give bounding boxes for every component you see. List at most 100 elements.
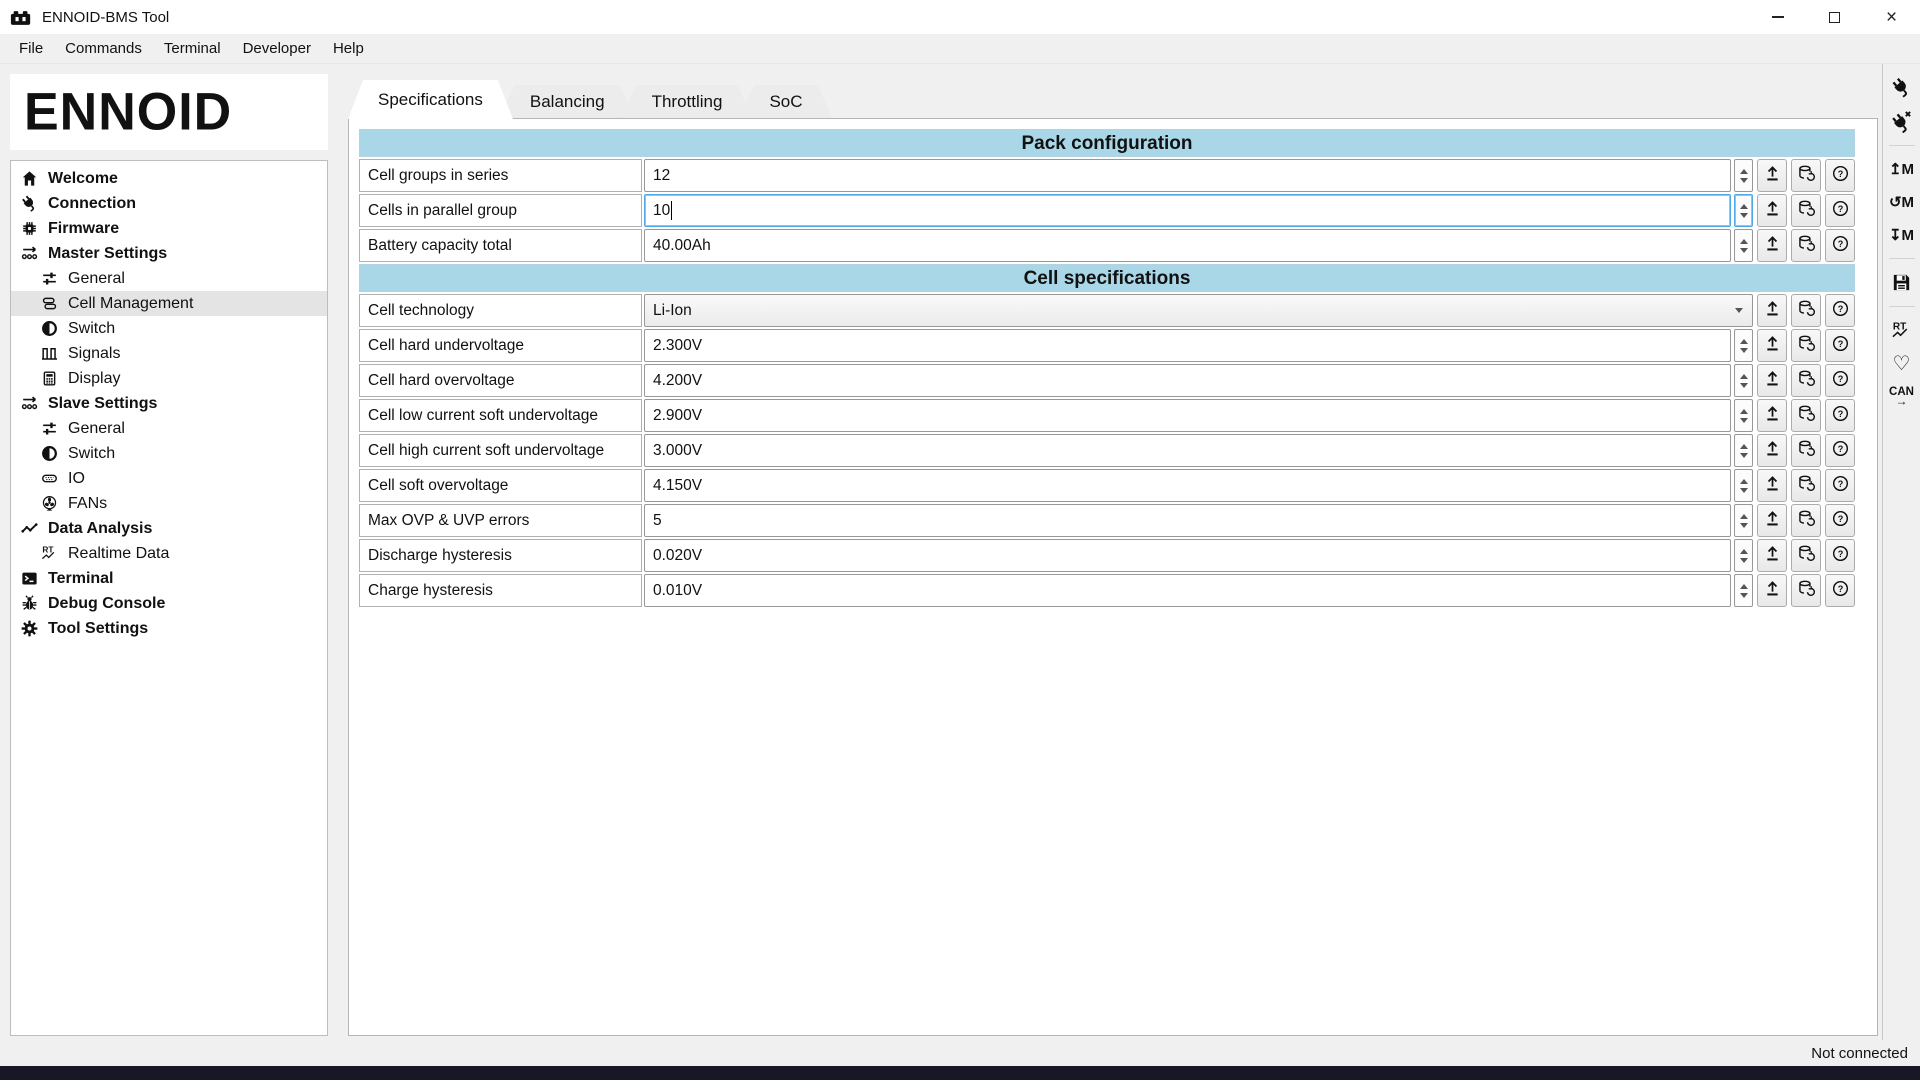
db-refresh-button[interactable] [1791,194,1821,227]
read-master-icon[interactable]: ↧M [1889,224,1914,246]
sidebar-item-slave-settings[interactable]: Slave Settings [11,391,327,416]
help-button[interactable]: ? [1825,399,1855,432]
minimize-button[interactable] [1749,0,1806,34]
spinner[interactable] [1734,574,1753,607]
db-refresh-button[interactable] [1791,469,1821,502]
sidebar-item-fans[interactable]: FANs [11,491,327,516]
sidebar-item-switch[interactable]: Switch [11,441,327,466]
write-master-icon[interactable]: ↥M [1889,158,1914,180]
tab-throttling[interactable]: Throttling [622,85,753,118]
close-button[interactable]: × [1863,0,1920,34]
spinner[interactable] [1734,399,1753,432]
spinner[interactable] [1734,159,1753,192]
value-input[interactable]: 12 [644,159,1731,192]
value-input[interactable]: 0.020V [644,539,1731,572]
sidebar-item-general[interactable]: General [11,266,327,291]
db-refresh-button[interactable] [1791,364,1821,397]
spinner[interactable] [1734,434,1753,467]
reboot-master-icon[interactable]: ↺M [1889,191,1914,213]
upload-button[interactable] [1757,539,1787,572]
realtime-icon[interactable]: RT [1890,319,1913,342]
help-button[interactable]: ? [1825,229,1855,262]
value-input[interactable]: 2.900V [644,399,1731,432]
db-refresh-button[interactable] [1791,329,1821,362]
upload-button[interactable] [1757,574,1787,607]
help-button[interactable]: ? [1825,159,1855,192]
value-input[interactable]: 40.00Ah [644,229,1731,262]
sidebar-item-firmware[interactable]: Firmware [11,216,327,241]
spinner[interactable] [1734,329,1753,362]
sidebar-item-cell-management[interactable]: Cell Management [11,291,327,316]
value-input[interactable]: 4.150V [644,469,1731,502]
sidebar-item-general[interactable]: General [11,416,327,441]
value-input[interactable]: 5 [644,504,1731,537]
value-input[interactable]: 2.300V [644,329,1731,362]
sidebar-item-data-analysis[interactable]: Data Analysis [11,516,327,541]
menu-file[interactable]: File [8,36,54,61]
help-button[interactable]: ? [1825,329,1855,362]
sidebar-item-signals[interactable]: Signals [11,341,327,366]
help-button[interactable]: ? [1825,469,1855,502]
upload-button[interactable] [1757,159,1787,192]
db-refresh-button[interactable] [1791,574,1821,607]
tab-soc[interactable]: SoC [739,85,832,118]
connect-icon[interactable] [1890,76,1913,99]
spinner[interactable] [1734,364,1753,397]
sidebar-item-switch[interactable]: Switch [11,316,327,341]
help-button[interactable]: ? [1825,434,1855,467]
menu-help[interactable]: Help [322,36,375,61]
help-button[interactable]: ? [1825,539,1855,572]
db-refresh-button[interactable] [1791,504,1821,537]
save-icon[interactable] [1890,271,1913,294]
value-dropdown[interactable]: Li-Ion [644,294,1753,327]
menu-terminal[interactable]: Terminal [153,36,232,61]
value-input[interactable]: 3.000V [644,434,1731,467]
spinner[interactable] [1734,194,1753,227]
upload-button[interactable] [1757,504,1787,537]
spinner[interactable] [1734,504,1753,537]
upload-button[interactable] [1757,469,1787,502]
sidebar-item-io[interactable]: IO [11,466,327,491]
menu-developer[interactable]: Developer [232,36,322,61]
upload-button[interactable] [1757,229,1787,262]
upload-button[interactable] [1757,294,1787,327]
sidebar-item-terminal[interactable]: Terminal [11,566,327,591]
can-icon[interactable]: CAN→ [1889,386,1914,408]
help-button[interactable]: ? [1825,194,1855,227]
upload-button[interactable] [1757,329,1787,362]
upload-button[interactable] [1757,399,1787,432]
spinner[interactable] [1734,539,1753,572]
db-refresh-button[interactable] [1791,539,1821,572]
spinner[interactable] [1734,469,1753,502]
sidebar-item-display[interactable]: Display [11,366,327,391]
sidebar-item-debug-console[interactable]: Debug Console [11,591,327,616]
help-button[interactable]: ? [1825,574,1855,607]
tab-specifications[interactable]: Specifications [348,80,513,119]
sidebar-item-connection[interactable]: Connection [11,191,327,216]
value-input[interactable]: 4.200V [644,364,1731,397]
upload-button[interactable] [1757,434,1787,467]
spinner[interactable] [1734,229,1753,262]
disconnect-icon[interactable] [1890,110,1913,133]
upload-button[interactable] [1757,364,1787,397]
sidebar-item-realtime-data[interactable]: RTRealtime Data [11,541,327,566]
help-button[interactable]: ? [1825,294,1855,327]
db-refresh-button[interactable] [1791,434,1821,467]
db-refresh-icon [1797,404,1816,428]
menu-commands[interactable]: Commands [54,36,153,61]
tab-balancing[interactable]: Balancing [500,85,635,118]
help-button[interactable]: ? [1825,364,1855,397]
help-button[interactable]: ? [1825,504,1855,537]
db-refresh-button[interactable] [1791,159,1821,192]
db-refresh-button[interactable] [1791,294,1821,327]
sidebar-item-tool-settings[interactable]: Tool Settings [11,616,327,641]
sidebar-item-welcome[interactable]: Welcome [11,166,327,191]
value-input[interactable]: 10 [644,194,1731,227]
heart-icon[interactable]: ♡ [1893,353,1911,375]
sidebar-item-master-settings[interactable]: Master Settings [11,241,327,266]
db-refresh-button[interactable] [1791,399,1821,432]
value-input[interactable]: 0.010V [644,574,1731,607]
upload-button[interactable] [1757,194,1787,227]
maximize-button[interactable] [1806,0,1863,34]
db-refresh-button[interactable] [1791,229,1821,262]
